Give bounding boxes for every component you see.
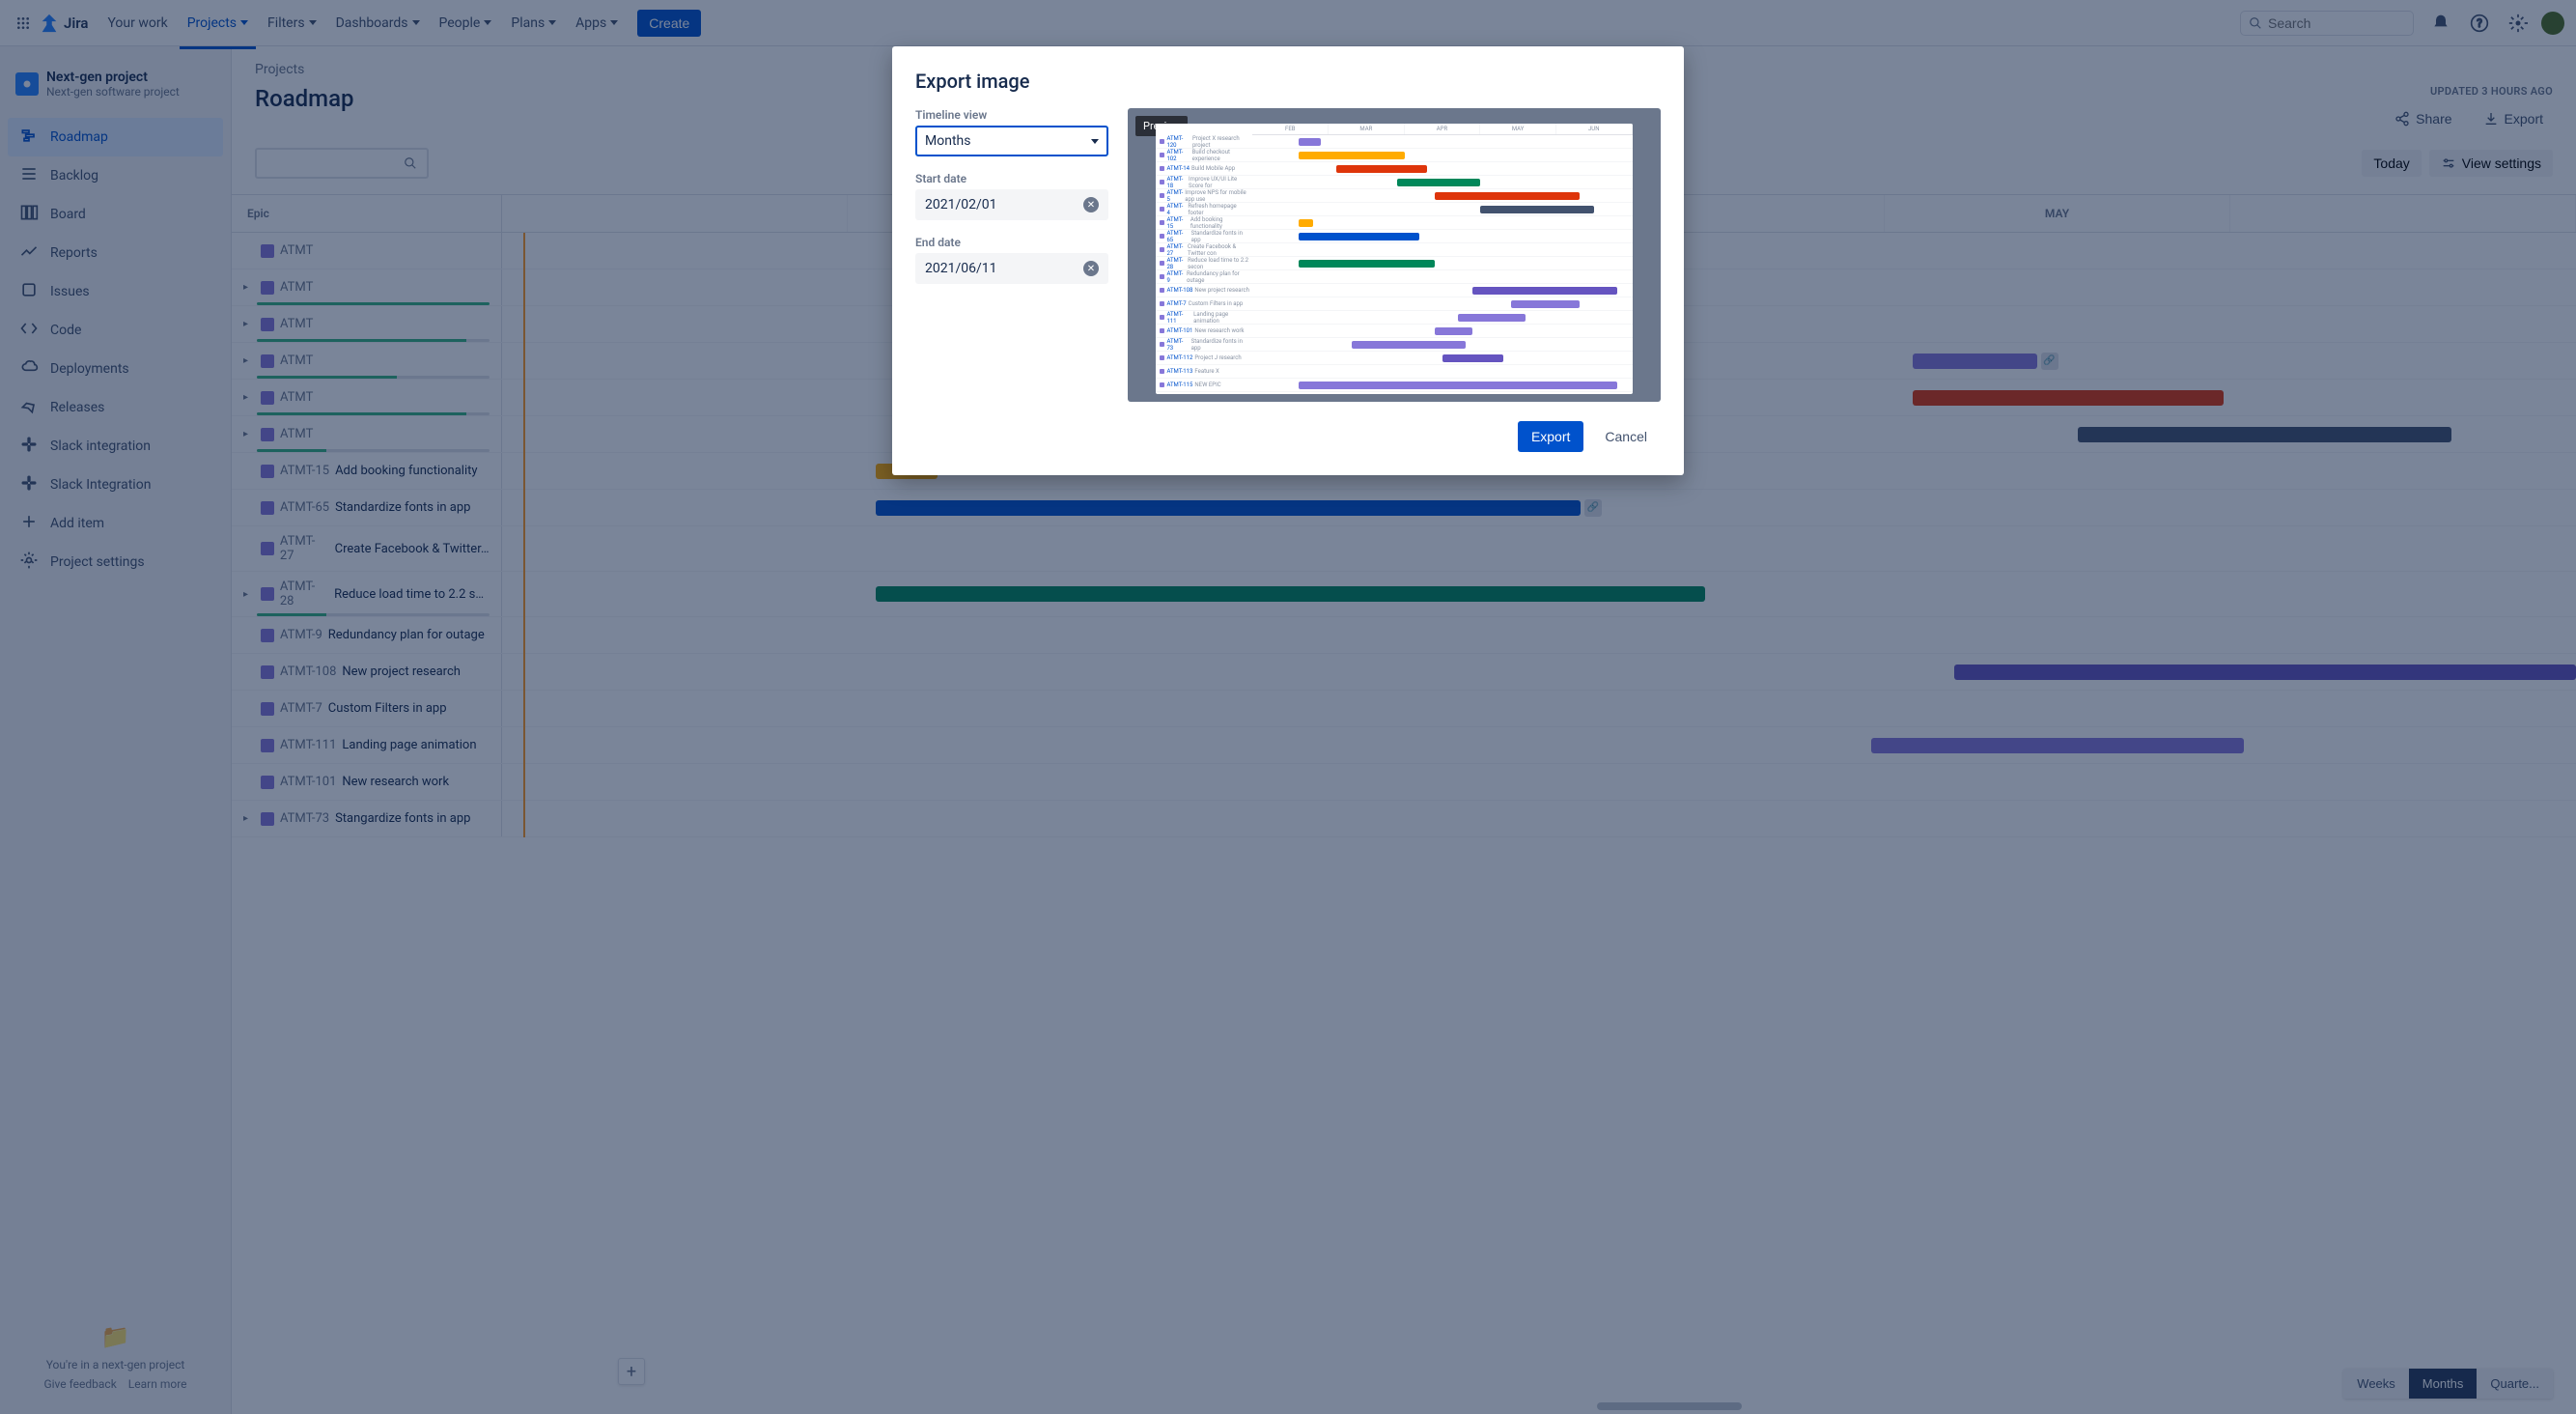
start-date-label: Start date bbox=[915, 172, 1108, 185]
start-date-input[interactable]: 2021/02/01 ✕ bbox=[915, 189, 1108, 220]
preview-row: ATMT-5 Improve NPS for mobile app use bbox=[1156, 189, 1632, 203]
modal-title: Export image bbox=[915, 70, 1030, 93]
preview-row: ATMT-28 Reduce load time to 2.2 secon bbox=[1156, 257, 1632, 270]
modal-overlay[interactable]: Export image Timeline view Months Start … bbox=[0, 0, 2576, 1414]
modal-cancel-button[interactable]: Cancel bbox=[1591, 421, 1661, 452]
preview-row: ATMT-15 Add booking functionality bbox=[1156, 216, 1632, 230]
preview-row: ATMT-18 Improve UX/UI Lite Score for bbox=[1156, 176, 1632, 189]
mini-month: FEB bbox=[1252, 124, 1329, 134]
chevron-down-icon bbox=[1091, 139, 1099, 144]
modal-export-button[interactable]: Export bbox=[1518, 421, 1583, 452]
preview-row: ATMT-4 Refresh homepage footer bbox=[1156, 203, 1632, 216]
preview-row: ATMT-9 Redundancy plan for outage bbox=[1156, 270, 1632, 284]
preview-row: ATMT-115 NEW EPIC bbox=[1156, 379, 1632, 392]
preview-row: ATMT-73 Standardize fonts in app bbox=[1156, 338, 1632, 352]
preview-row: ATMT-101 New research work bbox=[1156, 325, 1632, 338]
mini-month: JUN bbox=[1556, 124, 1633, 134]
end-date-label: End date bbox=[915, 236, 1108, 249]
export-modal: Export image Timeline view Months Start … bbox=[892, 46, 1684, 475]
preview-row: ATMT-14 Build Mobile App bbox=[1156, 162, 1632, 176]
preview-row: ATMT-112 Project J research bbox=[1156, 352, 1632, 365]
timeline-view-label: Timeline view bbox=[915, 108, 1108, 122]
preview-row: ATMT-7 Custom Filters in app bbox=[1156, 297, 1632, 311]
timeline-view-select[interactable]: Months bbox=[915, 126, 1108, 156]
preview-row: ATMT-113 Feature X bbox=[1156, 365, 1632, 379]
clear-end-date[interactable]: ✕ bbox=[1083, 261, 1099, 276]
preview-row: ATMT-65 Standardize fonts in app bbox=[1156, 230, 1632, 243]
clear-start-date[interactable]: ✕ bbox=[1083, 197, 1099, 212]
preview-row: ATMT-102 Build checkout experience bbox=[1156, 149, 1632, 162]
preview-row: ATMT-120 Project X research project bbox=[1156, 135, 1632, 149]
preview-row: ATMT-108 New project research bbox=[1156, 284, 1632, 297]
preview-row: ATMT-27 Create Facebook & Twitter con bbox=[1156, 243, 1632, 257]
export-preview: Preview FEBMARAPRMAYJUN ATMT-120 Project… bbox=[1128, 108, 1661, 402]
mini-month: APR bbox=[1405, 124, 1481, 134]
mini-month: MAY bbox=[1480, 124, 1556, 134]
mini-month: MAR bbox=[1329, 124, 1405, 134]
preview-row: ATMT-111 Landing page animation bbox=[1156, 311, 1632, 325]
end-date-input[interactable]: 2021/06/11 ✕ bbox=[915, 253, 1108, 284]
